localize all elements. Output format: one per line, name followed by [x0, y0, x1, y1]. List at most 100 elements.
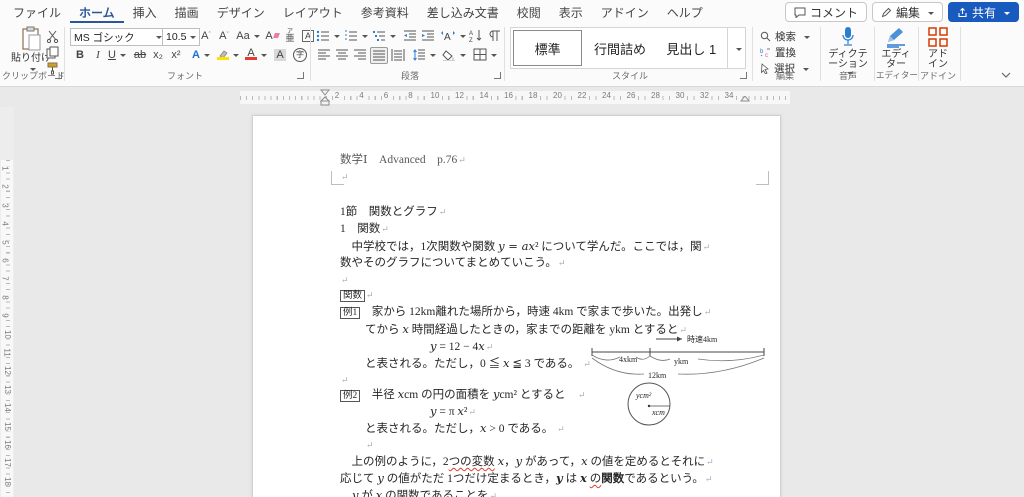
clear-formatting-button[interactable]: A — [264, 28, 280, 43]
indent-marker-left[interactable] — [320, 89, 330, 106]
page[interactable]: 数学Ⅰ Advanced p.76↵↵1節 関数とグラフ↵1 関数↵ 中学校では… — [252, 115, 781, 497]
paragraph-mark: ↵ — [705, 474, 713, 484]
borders-button[interactable] — [472, 47, 498, 62]
distribute-button[interactable] — [390, 47, 406, 62]
show-formatting-marks-button[interactable] — [486, 28, 502, 43]
ruler-number: 34 — [724, 91, 735, 100]
text-segment: 関数 — [601, 473, 624, 485]
collapse-ribbon-button[interactable] — [1000, 71, 1012, 79]
paragraph-mark: ↵ — [381, 224, 389, 234]
bullets-button[interactable] — [316, 28, 340, 43]
italic-button[interactable]: I — [90, 47, 106, 62]
character-scaling-button[interactable]: A — [440, 28, 466, 43]
font-color-button[interactable]: A — [244, 47, 268, 62]
share-button[interactable]: 共有 — [948, 2, 1019, 22]
decrease-indent-icon — [403, 30, 417, 42]
svg-text:4xkm: 4xkm — [619, 355, 638, 364]
highlight-color-button[interactable] — [216, 47, 240, 62]
ruler-number: 9 — [1, 313, 10, 317]
multilevel-list-button[interactable] — [372, 28, 396, 43]
editor-button[interactable]: エディター — [879, 26, 913, 70]
change-case-glyph: Aa — [236, 30, 249, 42]
ruler-number: 17 — [3, 458, 12, 467]
clear-formatting-glyph: A — [265, 30, 272, 42]
document-line: 上の例のように，2つの変数 x，y があって，x の値を定めるとそれに↵ — [340, 454, 714, 469]
paragraph-mark: ↵ — [439, 207, 447, 217]
find-button[interactable]: 検索 — [760, 29, 810, 44]
font-name-combo[interactable]: MS ゴシック — [70, 28, 166, 46]
editor-group-label: エディター — [876, 69, 916, 81]
underline-button[interactable]: U — [106, 47, 128, 62]
tab-校閲[interactable]: 校閲 — [508, 0, 550, 24]
style-見出し 1[interactable]: 見出し 1 — [658, 30, 725, 66]
svg-text:ycm²: ycm² — [635, 391, 652, 400]
decrease-indent-button[interactable] — [402, 28, 418, 43]
tab-差し込み文書[interactable]: 差し込み文書 — [418, 0, 508, 24]
style-行間詰め[interactable]: 行間詰め — [586, 30, 653, 66]
character-shading-button[interactable]: A — [272, 47, 288, 62]
clipboard-dialog-launcher[interactable] — [55, 72, 62, 79]
font-size-combo[interactable]: 10.5 — [162, 28, 200, 46]
voice-group-label: 音声 — [826, 69, 870, 82]
change-case-button[interactable]: Aa — [236, 28, 260, 43]
document-line: 数学Ⅰ Advanced p.76↵ — [340, 153, 466, 167]
enclose-characters-button[interactable]: 字 — [292, 47, 308, 62]
tab-アドイン[interactable]: アドイン — [592, 0, 658, 24]
addins-button[interactable]: アドイン — [923, 26, 953, 70]
document-area[interactable]: 数学Ⅰ Advanced p.76↵↵1節 関数とグラフ↵1 関数↵ 中学校では… — [14, 107, 1024, 497]
highlighter-icon — [217, 50, 229, 60]
tab-挿入[interactable]: 挿入 — [124, 0, 166, 24]
increase-indent-button[interactable] — [420, 28, 436, 43]
paragraph-mark: ↵ — [578, 390, 586, 400]
align-center-button[interactable] — [334, 47, 350, 62]
align-right-icon — [353, 49, 367, 61]
numbering-button[interactable] — [344, 28, 368, 43]
strikethrough-button[interactable]: ab — [132, 47, 148, 62]
bold-button[interactable]: B — [72, 47, 88, 62]
align-left-button[interactable] — [316, 47, 332, 62]
tab-参考資料[interactable]: 参考資料 — [352, 0, 418, 24]
replace-button[interactable]: bc 置換 — [760, 45, 796, 60]
increase-indent-icon — [421, 30, 435, 42]
paragraph-mark: ↵ — [458, 155, 466, 165]
microphone-icon — [840, 26, 856, 48]
indent-marker-right[interactable] — [740, 96, 750, 105]
tab-ファイル[interactable]: ファイル — [4, 0, 70, 24]
sort-button[interactable]: AZ — [468, 28, 484, 43]
style-標準[interactable]: 標準 — [513, 30, 582, 66]
distribute-icon — [391, 49, 405, 61]
justify-button[interactable] — [370, 47, 388, 64]
text-segment: てから — [365, 324, 402, 336]
shrink-font-button[interactable]: Aˇ — [216, 28, 232, 43]
superscript-button[interactable]: x² — [168, 47, 184, 62]
phonetic-guide-button[interactable]: ア亜 — [282, 27, 298, 42]
editing-mode-button[interactable]: 編集 — [872, 2, 943, 22]
copy-button[interactable] — [44, 45, 60, 60]
shading-button[interactable] — [442, 47, 466, 62]
paragraph-mark: ↵ — [341, 172, 349, 182]
styles-gallery-more-button[interactable] — [727, 27, 746, 69]
tab-レイアウト[interactable]: レイアウト — [274, 0, 352, 24]
text-segment: について学んだ。ここでは，関 — [538, 241, 701, 253]
font-dialog-launcher[interactable] — [297, 72, 304, 79]
line-spacing-button[interactable] — [412, 47, 436, 62]
paragraph-dialog-launcher[interactable] — [494, 72, 501, 79]
tab-ヘルプ[interactable]: ヘルプ — [658, 0, 712, 24]
character-border-button[interactable]: A — [300, 28, 316, 43]
comments-button[interactable]: コメント — [785, 2, 867, 22]
tab-デザイン[interactable]: デザイン — [208, 0, 274, 24]
cut-button[interactable] — [44, 29, 60, 44]
horizontal-ruler[interactable]: 246810121416182022242628303234 — [14, 88, 1024, 107]
styles-dialog-launcher[interactable] — [740, 72, 747, 79]
grow-font-button[interactable]: Aˆ — [198, 28, 214, 43]
tab-表示[interactable]: 表示 — [550, 0, 592, 24]
align-right-button[interactable] — [352, 47, 368, 62]
subscript-glyph: x₂ — [153, 49, 163, 61]
subscript-button[interactable]: x₂ — [150, 47, 166, 62]
ruler-number: 13 — [3, 385, 12, 394]
tab-ホーム[interactable]: ホーム — [70, 0, 124, 24]
svg-text:A: A — [444, 32, 451, 42]
text-effects-button[interactable]: A — [190, 47, 212, 62]
vertical-ruler[interactable]: 123456789101112131415161718 — [0, 107, 14, 497]
tab-描画[interactable]: 描画 — [166, 0, 208, 24]
